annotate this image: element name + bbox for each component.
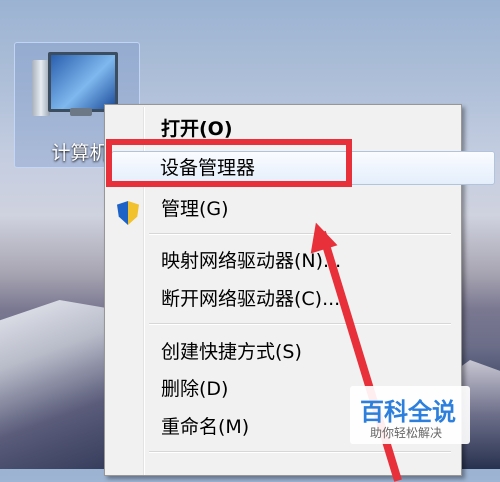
menu-separator <box>149 451 451 453</box>
highlight-box <box>106 139 352 187</box>
menu-separator <box>149 323 451 325</box>
menu-item-create-shortcut[interactable]: 创建快捷方式(S) <box>161 336 302 368</box>
menu-separator <box>149 233 451 235</box>
monitor-icon <box>48 52 118 112</box>
watermark-logo: 百科全说 助你轻松解决 <box>350 386 470 444</box>
menu-item-disconnect-network-drive[interactable]: 断开网络驱动器(C)... <box>161 283 340 315</box>
menu-item-rename[interactable]: 重命名(M) <box>161 411 249 443</box>
watermark-title: 百科全说 <box>360 398 456 426</box>
watermark-subtitle: 助你轻松解决 <box>370 426 443 440</box>
menu-item-delete[interactable]: 删除(D) <box>161 373 228 405</box>
uac-shield-icon <box>117 201 139 225</box>
monitor-stand <box>70 108 92 116</box>
menu-item-manage[interactable]: 管理(G) <box>161 193 229 225</box>
